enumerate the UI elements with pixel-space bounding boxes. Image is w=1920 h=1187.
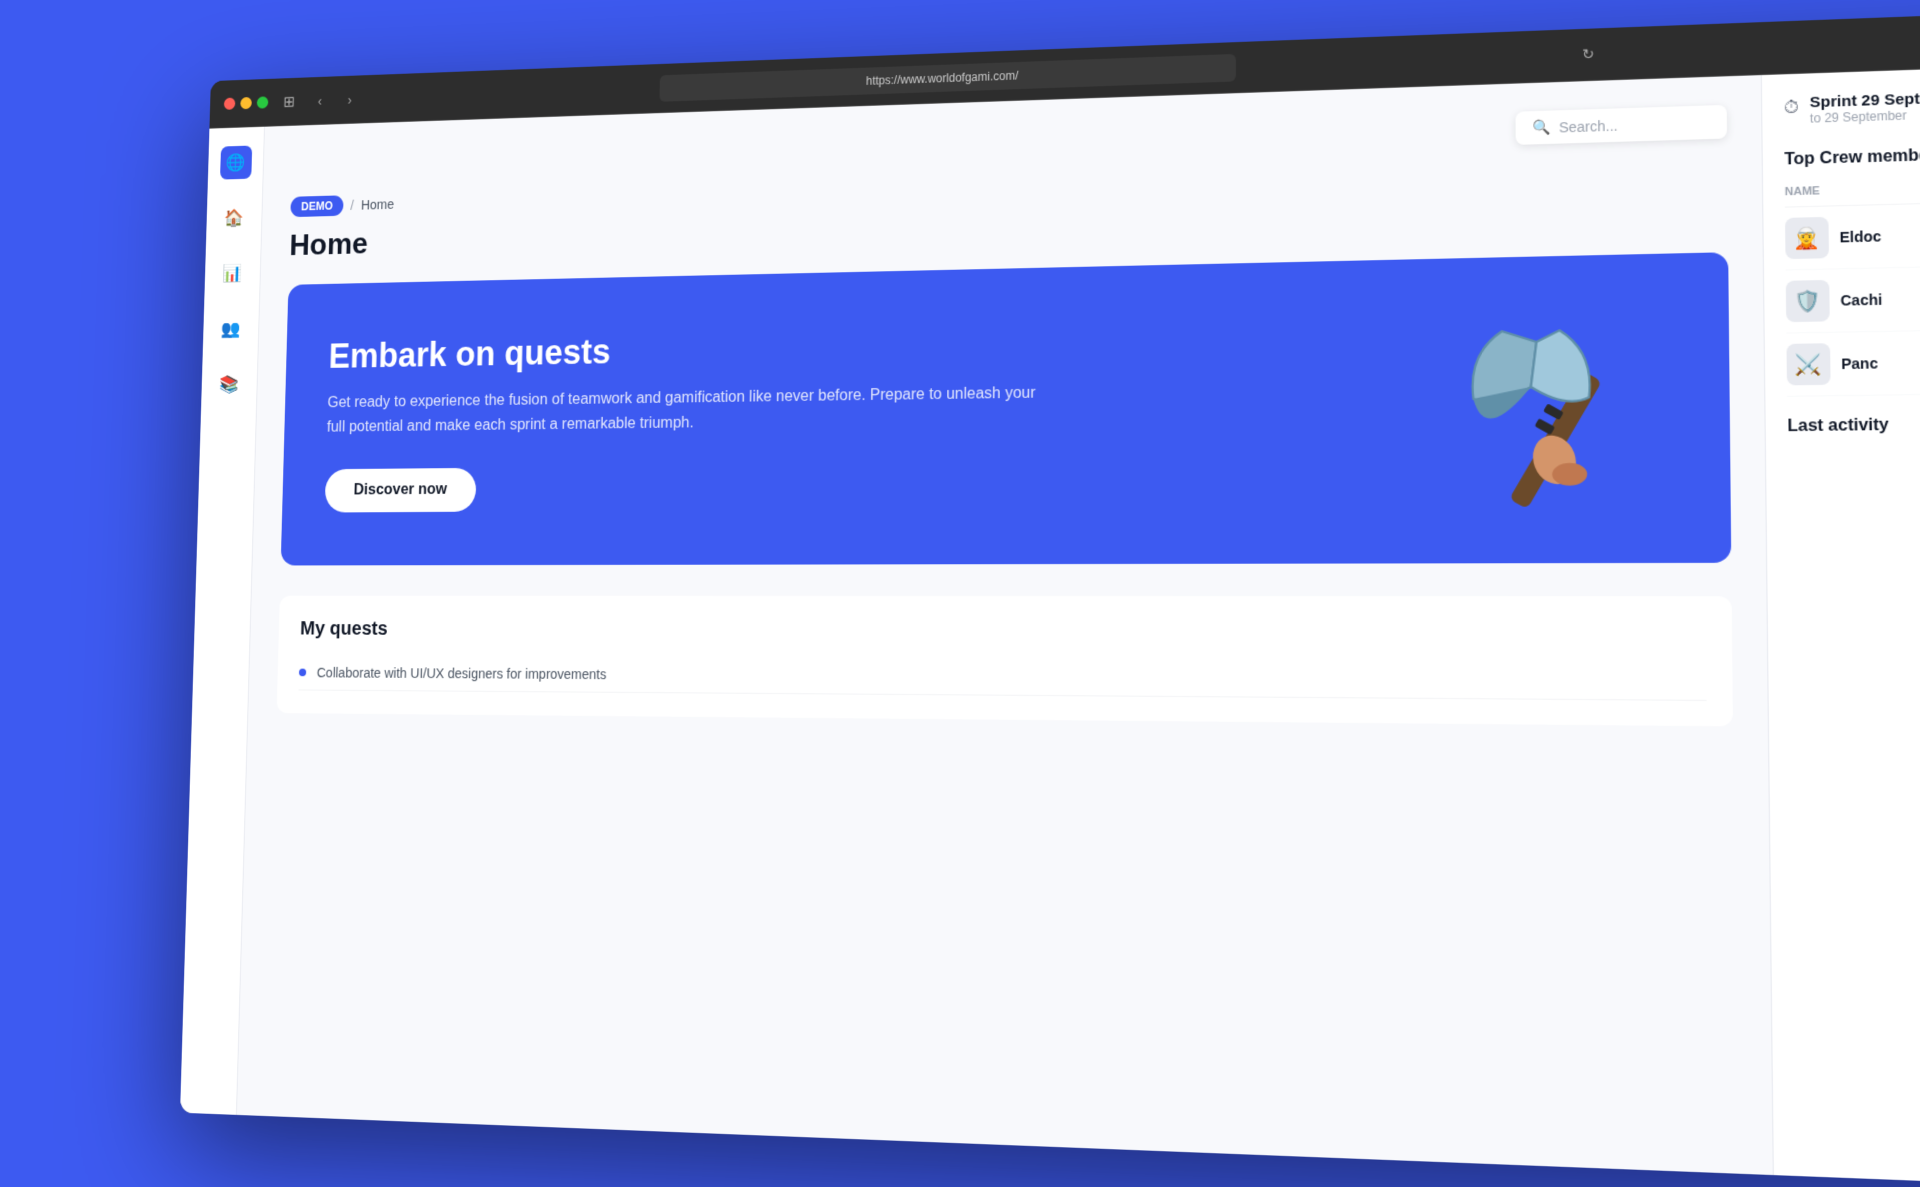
search-box[interactable]: 🔍 Search... <box>1516 105 1728 145</box>
stack-icon: 📚 <box>219 374 239 394</box>
sidebar-item-home[interactable]: 🏠 <box>218 201 250 235</box>
address-bar[interactable]: https://www.worldofgami.com/ <box>659 53 1235 101</box>
back-button[interactable]: ‹ <box>310 90 330 111</box>
traffic-lights <box>224 96 269 110</box>
my-quests-section: My quests Collaborate with UI/UX designe… <box>277 596 1733 727</box>
sprint-icon: ⏱ <box>1784 96 1799 118</box>
crew-row-3[interactable]: ⚔️ Panc <box>1786 329 1920 396</box>
chart-icon: 📊 <box>222 263 242 283</box>
forward-button[interactable]: › <box>340 89 360 110</box>
crew-row-2[interactable]: 🛡️ Cachi <box>1786 265 1920 333</box>
discover-now-button[interactable]: Discover now <box>325 468 477 513</box>
sidebar-item-chart[interactable]: 📊 <box>216 256 248 290</box>
hero-content: Embark on quests Get ready to experience… <box>325 323 1039 513</box>
minimize-button[interactable] <box>240 97 252 109</box>
app-wrapper: ⊞ ‹ › https://www.worldofgami.com/ ↻ 🪙 1… <box>0 0 1920 1080</box>
reload-button[interactable]: ↻ <box>1577 43 1600 66</box>
quest-item-text: Collaborate with UI/UX designers for imp… <box>317 665 607 682</box>
url-text: https://www.worldofgami.com/ <box>866 68 1018 87</box>
last-activity-section: Last activity <box>1787 415 1920 437</box>
home-icon: 🏠 <box>224 208 244 228</box>
quest-dot-icon <box>299 669 306 677</box>
last-activity-title: Last activity <box>1787 415 1920 437</box>
crew-table: NAME 🧝 Eldoc 🛡️ Cachi ⚔️ Panc <box>1785 180 1920 397</box>
team-icon: 👥 <box>221 319 241 339</box>
globe-icon: 🌐 <box>226 153 246 173</box>
hero-illustration <box>1412 253 1688 563</box>
hero-title: Embark on quests <box>328 323 1039 377</box>
my-quests-title: My quests <box>300 618 1706 645</box>
browser-content: 🌐 🏠 📊 👥 📚 <box>180 65 1920 1186</box>
search-icon: 🔍 <box>1532 119 1550 137</box>
hero-description: Get ready to experience the fusion of te… <box>327 381 1039 439</box>
crew-name-3: Panc <box>1841 355 1878 372</box>
breadcrumb-page: Home <box>361 197 395 213</box>
crew-section-title: Top Crew members <box>1784 144 1920 170</box>
sprint-header: ⏱ Sprint 29 September to 29 September <box>1784 87 1920 127</box>
close-button[interactable] <box>224 98 236 110</box>
hero-banner: Embark on quests Get ready to experience… <box>281 252 1732 565</box>
sidebar-toggle-icon[interactable]: ⊞ <box>278 90 300 113</box>
maximize-button[interactable] <box>257 96 269 108</box>
sidebar-item-stack[interactable]: 📚 <box>213 367 245 401</box>
main-content: 🔍 Search... DEMO / Home Home Embark on q… <box>237 75 1773 1175</box>
crew-section: Top Crew members NAME 🧝 Eldoc 🛡️ Cachi ⚔ <box>1784 144 1920 397</box>
sprint-section: ⏱ Sprint 29 September to 29 September <box>1784 87 1920 127</box>
crew-avatar-3: ⚔️ <box>1786 343 1830 385</box>
crew-name-2: Cachi <box>1840 291 1882 308</box>
right-panel: ⏱ Sprint 29 September to 29 September To… <box>1761 65 1920 1186</box>
crew-avatar-2: 🛡️ <box>1786 280 1830 322</box>
breadcrumb-separator: / <box>350 198 354 213</box>
quest-item[interactable]: Collaborate with UI/UX designers for imp… <box>299 655 1707 701</box>
breadcrumb-demo[interactable]: DEMO <box>290 195 343 217</box>
crew-name-1: Eldoc <box>1840 228 1882 246</box>
search-input[interactable]: Search... <box>1559 117 1618 135</box>
crew-avatar-1: 🧝 <box>1785 217 1829 259</box>
sidebar-item-team[interactable]: 👥 <box>215 312 247 346</box>
axe-icon <box>1433 295 1666 523</box>
sidebar-item-globe[interactable]: 🌐 <box>220 146 252 180</box>
crew-column-header: NAME <box>1785 180 1920 208</box>
crew-row-1[interactable]: 🧝 Eldoc <box>1785 201 1920 270</box>
browser-window: ⊞ ‹ › https://www.worldofgami.com/ ↻ 🪙 1… <box>180 11 1920 1186</box>
